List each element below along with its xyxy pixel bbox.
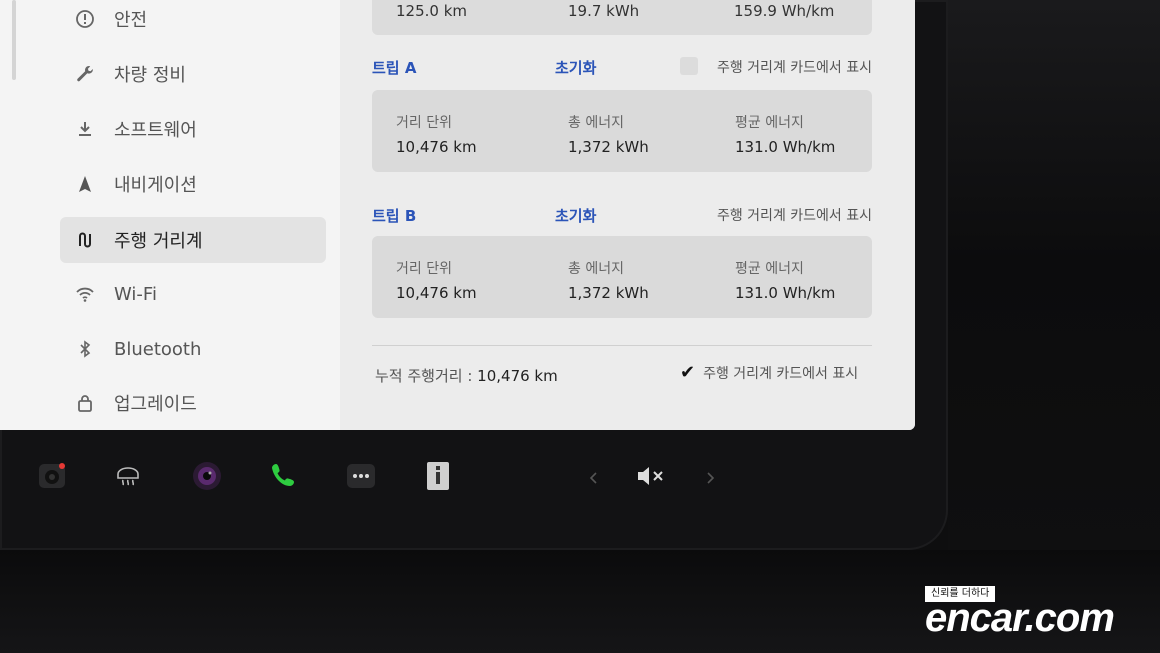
- sidebar-item-label: 내비게이션: [114, 175, 197, 196]
- sidebar-item-trips[interactable]: 주행 거리계: [60, 217, 326, 263]
- distance-label: 거리 단위: [396, 115, 452, 131]
- trip-b-title: 트립 B: [372, 207, 417, 225]
- sidebar-item-label: Bluetooth: [114, 338, 202, 360]
- trip-a-show-label: 주행 거리계 카드에서 표시: [716, 60, 872, 76]
- trip-a-title: 트립 A: [372, 59, 417, 77]
- odometer-show-toggle[interactable]: ✔ 주행 거리계 카드에서 표시: [680, 362, 858, 383]
- sidebar-item-service[interactable]: 차량 정비: [60, 51, 326, 97]
- wifi-icon: [74, 283, 96, 305]
- sidebar-item-bluetooth[interactable]: Bluetooth: [60, 326, 326, 372]
- trip-b-avg-energy: 평균 에너지 131.0 Wh/km: [735, 258, 835, 302]
- bluetooth-icon: [74, 338, 96, 360]
- avg-energy-label: 평균 에너지: [735, 261, 804, 277]
- trip-a-distance: 거리 단위 10,476 km: [396, 112, 477, 156]
- trip-a-card: 거리 단위 10,476 km 총 에너지 1,372 kWh 평균 에너지 1…: [372, 90, 872, 172]
- sidebar-item-label: Wi-Fi: [114, 283, 157, 305]
- trip-b-reset-button[interactable]: 초기화: [555, 205, 596, 226]
- avg-energy-value: 131.0 Wh/km: [735, 284, 836, 302]
- checkmark-icon: ✔: [680, 362, 696, 383]
- current-energy: 19.7 kWh: [568, 2, 640, 20]
- trip-a-energy: 총 에너지 1,372 kWh: [568, 112, 649, 156]
- chevron-right-icon[interactable]: [700, 460, 720, 496]
- trip-b-card: 거리 단위 10,476 km 총 에너지 1,372 kWh 평균 에너지 1…: [372, 236, 872, 318]
- shopping-bag-icon: [74, 392, 96, 414]
- trip-a-header: 트립 A 초기화 주행 거리계 카드에서 표시: [372, 57, 872, 79]
- sidebar-item-label: 업그레이드: [114, 394, 197, 415]
- sidebar-item-safety[interactable]: 안전: [60, 0, 326, 42]
- more-dots-icon[interactable]: [343, 458, 379, 494]
- sidebar-item-label: 안전: [114, 10, 148, 31]
- trip-b-energy: 총 에너지 1,372 kWh: [568, 258, 649, 302]
- sidebar-item-upgrades[interactable]: 업그레이드: [60, 380, 326, 426]
- settings-sidebar: 안전 차량 정비 소프트웨어 내비게이션 주행 거리계 Wi-Fi Blueto…: [0, 0, 340, 430]
- energy-value: 1,372 kWh: [568, 138, 649, 156]
- chevron-left-icon[interactable]: [584, 460, 604, 496]
- total-odometer-label: 누적 주행거리 :: [375, 367, 473, 385]
- section-divider: [372, 345, 872, 346]
- current-distance: 125.0 km: [396, 2, 468, 20]
- total-odometer: 누적 주행거리 : 10,476 km: [375, 365, 558, 386]
- watermark-brand: encar.com: [925, 596, 1115, 640]
- avg-energy-label: 평균 에너지: [735, 115, 804, 131]
- wrench-icon: [74, 63, 96, 85]
- total-odometer-value: 10,476 km: [477, 367, 558, 385]
- energy-value: 1,372 kWh: [568, 284, 649, 302]
- download-icon: [74, 118, 96, 140]
- trip-a-reset-button[interactable]: 초기화: [555, 57, 596, 78]
- shield-alert-icon: [74, 8, 96, 30]
- sidebar-item-navigation[interactable]: 내비게이션: [60, 161, 326, 207]
- trips-panel: 125.0 km 19.7 kWh 159.9 Wh/km 트립 A 초기화 주…: [340, 0, 915, 430]
- distance-value: 10,476 km: [396, 138, 477, 156]
- sidebar-item-label: 차량 정비: [114, 65, 186, 86]
- watermark: 신뢰를 더하다 encar.com: [925, 586, 1155, 646]
- display-screen: 안전 차량 정비 소프트웨어 내비게이션 주행 거리계 Wi-Fi Blueto…: [0, 0, 915, 430]
- sidebar-item-label: 주행 거리계: [114, 231, 203, 252]
- sidebar-item-label: 소프트웨어: [114, 120, 197, 141]
- sidebar-scrollbar[interactable]: [12, 0, 16, 80]
- distance-value: 10,476 km: [396, 284, 477, 302]
- trip-b-header: 트립 B 초기화 주행 거리계 카드에서 표시: [372, 205, 872, 227]
- avg-energy-value: 131.0 Wh/km: [735, 138, 836, 156]
- trip-a-avg-energy: 평균 에너지 131.0 Wh/km: [735, 112, 835, 156]
- energy-label: 총 에너지: [568, 115, 624, 131]
- sidebar-item-software[interactable]: 소프트웨어: [60, 106, 326, 152]
- media-icon[interactable]: [189, 458, 225, 494]
- current-trip-card: 125.0 km 19.7 kWh 159.9 Wh/km: [372, 0, 872, 35]
- distance-label: 거리 단위: [396, 261, 452, 277]
- camera-icon[interactable]: [34, 458, 70, 494]
- trip-route-icon: [74, 229, 96, 251]
- bottom-taskbar: [0, 440, 948, 515]
- trip-a-show-checkbox[interactable]: [680, 57, 698, 75]
- manual-info-icon[interactable]: [420, 458, 456, 494]
- odometer-show-label: 주행 거리계 카드에서 표시: [703, 365, 859, 382]
- sidebar-item-wifi[interactable]: Wi-Fi: [60, 271, 326, 317]
- current-avg: 159.9 Wh/km: [734, 2, 835, 20]
- trip-b-distance: 거리 단위 10,476 km: [396, 258, 477, 302]
- rear-defrost-icon[interactable]: [110, 458, 146, 494]
- trip-b-show-label[interactable]: 주행 거리계 카드에서 표시: [717, 205, 872, 225]
- volume-mute-icon[interactable]: [632, 458, 668, 494]
- navigation-arrow-icon: [74, 173, 96, 195]
- energy-label: 총 에너지: [568, 261, 624, 277]
- phone-icon[interactable]: [266, 458, 302, 494]
